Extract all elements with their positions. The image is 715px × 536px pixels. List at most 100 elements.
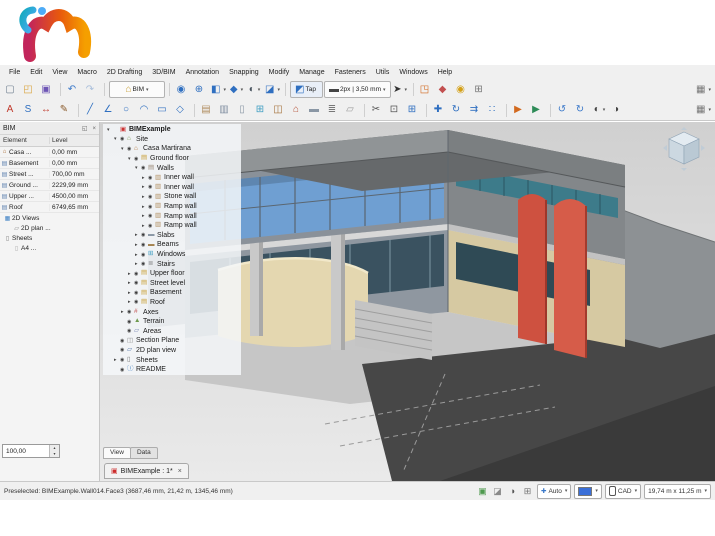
theme-icon[interactable]: ◑ — [506, 485, 519, 498]
visibility-eye-icon[interactable]: ◉ — [134, 299, 141, 305]
visibility-eye-icon[interactable]: ◉ — [127, 309, 134, 315]
level-row[interactable]: ⌂ Casa ... 0,00 mm — [0, 147, 99, 158]
menu-item[interactable]: Macro — [72, 67, 101, 78]
menu-item[interactable]: Utils — [371, 67, 395, 78]
shape-string-icon[interactable]: S — [21, 102, 38, 119]
slab-tool-icon[interactable]: ▬ — [307, 102, 324, 119]
visibility-eye-icon[interactable]: ◉ — [134, 290, 141, 296]
tree-item[interactable]: ▾ ◉ ⌂ Site — [105, 135, 239, 145]
visibility-eye-icon[interactable]: ◉ — [148, 194, 155, 200]
circle-tool-icon[interactable]: ○ — [119, 102, 136, 119]
new-file-icon[interactable]: ▢ — [3, 81, 20, 98]
tree-item[interactable]: ▸ ◉ ▬ Beams — [105, 240, 239, 250]
wireframe-view-icon[interactable]: ◑ — [609, 102, 626, 119]
views-panel-icon[interactable]: ▦ ▾ — [695, 81, 712, 98]
window-tool-icon[interactable]: ⊞ — [253, 102, 270, 119]
rotate-icon[interactable]: ↻ — [449, 102, 466, 119]
polygon-tool-icon[interactable]: ◇ — [173, 102, 190, 119]
tree-item[interactable]: ◉ ▲ Terrain — [105, 317, 239, 327]
panel-tree-item[interactable]: ▯ Sheets — [0, 233, 99, 243]
roof-tool-icon[interactable]: ⌂ — [289, 102, 306, 119]
tree-item[interactable]: ▾ ▣ BIMExample — [105, 125, 239, 135]
navigation-cube[interactable] — [661, 126, 707, 172]
tree-item[interactable]: ▸ ◉ ⊞ Windows — [105, 250, 239, 260]
visibility-eye-icon[interactable]: ◉ — [134, 271, 141, 277]
visibility-eye-icon[interactable]: ◉ — [134, 156, 141, 162]
tab-data[interactable]: Data — [130, 447, 158, 459]
tree-item[interactable]: ▸ ◉ ▤ Upper floor — [105, 269, 239, 279]
stairs-tool-icon[interactable]: ≣ — [325, 102, 342, 119]
visibility-eye-icon[interactable]: ◉ — [141, 165, 148, 171]
panel-tree-item[interactable]: ▦ 2D Views — [0, 213, 99, 223]
grid-snap-icon[interactable]: ▦ ▾ — [695, 102, 712, 119]
menu-item[interactable]: 2D Drafting — [102, 67, 147, 78]
wall-tool-icon[interactable]: ▤ — [199, 102, 216, 119]
spin-down-button[interactable]: ▾ — [50, 451, 59, 457]
save-icon[interactable]: ▣ — [39, 81, 56, 98]
tree-item[interactable]: ▸ ◉ ▤ Street level — [105, 279, 239, 289]
copy-icon[interactable]: ⊡ — [387, 102, 404, 119]
view-size-combo[interactable]: 19,74 m x 11,25 m ▾ — [644, 484, 711, 499]
tree-item[interactable]: ▸ ◉ ▤ Basement — [105, 288, 239, 298]
menu-item[interactable]: Annotation — [181, 67, 224, 78]
visibility-eye-icon[interactable]: ◉ — [120, 136, 127, 142]
panel-tree-item[interactable]: ▱ 2D plan ... — [0, 223, 99, 233]
snap-master-icon[interactable]: ◆ — [436, 81, 453, 98]
visibility-eye-icon[interactable]: ◉ — [141, 252, 148, 258]
tree-item[interactable]: ◉ ⓘ README — [105, 365, 239, 375]
column-tool-icon[interactable]: ▯ — [235, 102, 252, 119]
tree-item[interactable]: ▾ ◉ ▤ Ground floor — [105, 154, 239, 164]
column-header-level[interactable]: Level — [50, 137, 99, 144]
working-plane-icon[interactable]: ◳ — [418, 81, 435, 98]
navigation-style-combo[interactable]: CAD ▾ — [605, 484, 641, 499]
nudge-auto-combo[interactable]: ✚ Auto ▾ — [537, 484, 571, 499]
visibility-eye-icon[interactable]: ◉ — [148, 223, 155, 229]
tap-toggle[interactable]: ◩ Tap — [290, 81, 323, 98]
menu-item[interactable]: Edit — [25, 67, 47, 78]
tree-item[interactable]: ▾ ◉ ▤ Walls — [105, 163, 239, 173]
line-color-combo[interactable]: ▾ — [574, 484, 602, 499]
cut-icon[interactable]: ✂ — [369, 102, 386, 119]
rectangle-tool-icon[interactable]: ▭ — [155, 102, 172, 119]
tree-item[interactable]: ▸ ◉ ▬ Slabs — [105, 231, 239, 241]
lighting-icon[interactable]: ◪ — [491, 485, 504, 498]
door-tool-icon[interactable]: ◫ — [271, 102, 288, 119]
panel-tool-icon[interactable]: ▱ — [343, 102, 360, 119]
menu-item[interactable]: Fasteners — [330, 67, 371, 78]
tree-item[interactable]: ◉ ◫ Section Plane — [105, 336, 239, 346]
tree-item[interactable]: ▸ ◉ ▥ Stone wall — [105, 192, 239, 202]
visibility-eye-icon[interactable]: ◉ — [127, 319, 134, 325]
level-row[interactable]: ▤ Upper ... 4500,00 mm — [0, 191, 99, 202]
visibility-eye-icon[interactable]: ◉ — [148, 213, 155, 219]
workbench-selector[interactable]: ⌂ BIM ▾ — [109, 81, 165, 98]
visibility-eye-icon[interactable]: ◉ — [120, 357, 127, 363]
polyline-tool-icon[interactable]: ∠ — [101, 102, 118, 119]
std-views-icon[interactable]: ◧ ▾ — [210, 81, 227, 98]
tree-item[interactable]: ▸ ◉ ▯ Sheets — [105, 355, 239, 365]
open-file-icon[interactable]: ◰ — [21, 81, 38, 98]
tree-item[interactable]: ▸ ◉ ▥ Ramp wall — [105, 202, 239, 212]
visibility-eye-icon[interactable]: ◉ — [141, 242, 148, 248]
visibility-eye-icon[interactable]: ◉ — [120, 338, 127, 344]
tree-item[interactable]: ▸ ◉ ▥ Inner wall — [105, 183, 239, 193]
redo-icon[interactable]: ↷ — [83, 81, 100, 98]
menu-item[interactable]: Snapping — [224, 67, 264, 78]
select-arrow-icon[interactable]: ➤ ▾ — [392, 81, 409, 98]
orbit-left-icon[interactable]: ↺ — [555, 102, 572, 119]
visibility-eye-icon[interactable]: ◉ — [141, 261, 148, 267]
visibility-eye-icon[interactable]: ◉ — [120, 367, 127, 373]
annotation-style-icon[interactable]: ✎ — [57, 102, 74, 119]
move-icon[interactable]: ✚ — [431, 102, 448, 119]
shaded-view-icon[interactable]: ◐ ▾ — [591, 102, 608, 119]
default-width-spinbox[interactable]: 100,00 ▴ ▾ — [2, 444, 60, 458]
menu-item[interactable]: Windows — [394, 67, 432, 78]
level-row[interactable]: ▤ Basement 0,00 mm — [0, 158, 99, 169]
level-row[interactable]: ▤ Street ... 700,00 mm — [0, 169, 99, 180]
tab-view[interactable]: View — [103, 447, 131, 459]
tree-item[interactable]: ▸ ◉ ≣ Stairs — [105, 259, 239, 269]
undo-icon[interactable]: ↶ — [65, 81, 82, 98]
tree-item[interactable]: ▸ ◉ # Axes — [105, 307, 239, 317]
visibility-eye-icon[interactable]: ◉ — [127, 146, 134, 152]
downgrade-icon[interactable]: ▶ — [529, 102, 546, 119]
level-row[interactable]: ▤ Roof 6749,65 mm — [0, 202, 99, 213]
